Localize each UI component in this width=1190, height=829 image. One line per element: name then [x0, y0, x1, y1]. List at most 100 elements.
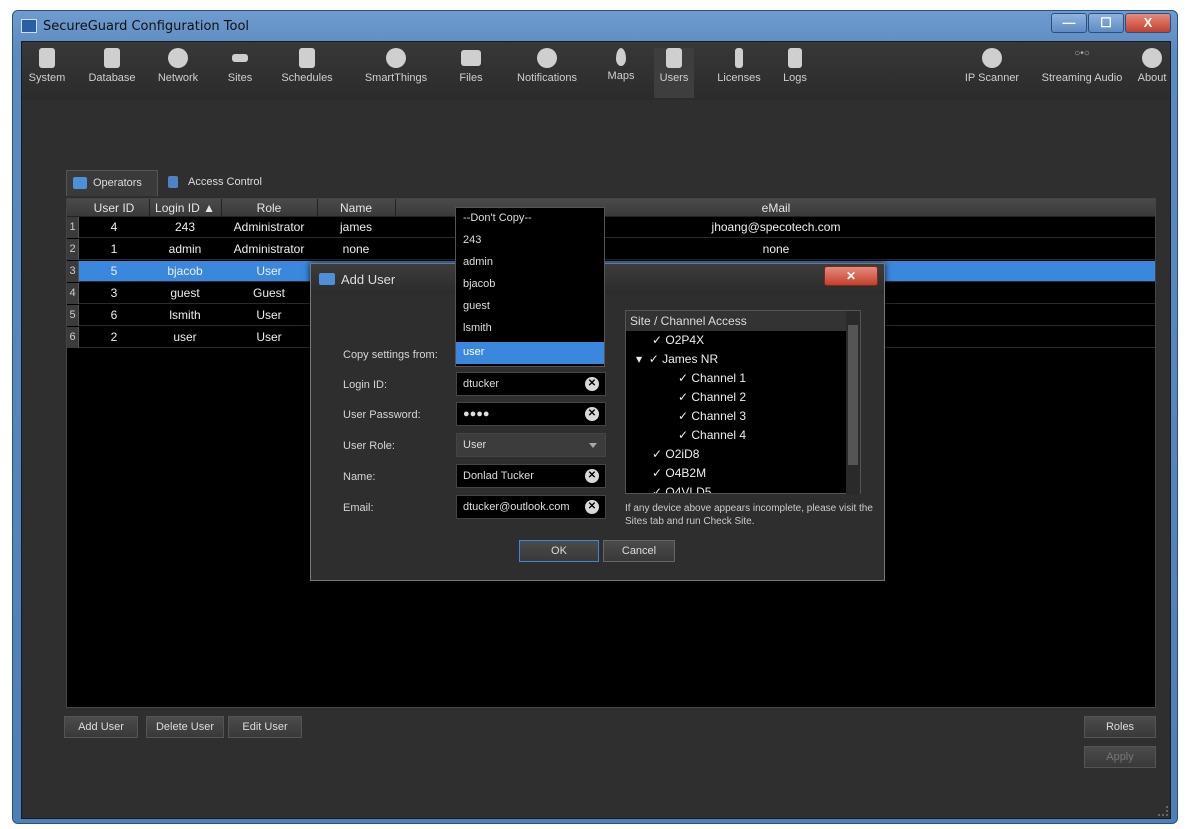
cell-role: User [256, 330, 282, 344]
tree-item-channel[interactable]: ✓ Channel 3 [678, 409, 746, 423]
edit-user-button[interactable]: Edit User [228, 716, 302, 738]
toolbar-sites[interactable]: Sites [220, 48, 260, 84]
row-number: 5 [67, 305, 79, 326]
toolbar-files[interactable]: Files [454, 48, 488, 84]
camera-icon [232, 54, 248, 62]
cell-name: none [342, 242, 370, 256]
toolbar-maps[interactable]: Maps [604, 48, 638, 82]
login-id-value: dtucker [463, 378, 500, 390]
toolbar-label: Streaming Audio [1041, 72, 1123, 84]
tab-access-control[interactable]: Access Control [162, 170, 280, 196]
close-window-button[interactable]: X [1125, 13, 1171, 33]
tree-item-site-expanded[interactable]: ▾ ✓ James NR [636, 352, 718, 366]
toolbar-ip-scanner[interactable]: IP Scanner [958, 48, 1026, 84]
toolbar-streaming-audio[interactable]: ○•○ Streaming Audio [1034, 48, 1130, 84]
delete-user-button[interactable]: Delete User [146, 716, 224, 738]
login-id-field[interactable]: dtucker ✕ [456, 372, 606, 396]
tree-item-channel[interactable]: ✓ Channel 1 [678, 371, 746, 385]
column-role[interactable]: Role [221, 201, 317, 215]
column-user-id[interactable]: User ID [79, 201, 149, 215]
log-icon [788, 48, 802, 68]
toolbar-logs[interactable]: Logs [778, 48, 812, 84]
toolbar-label: Notifications [517, 72, 577, 84]
toolbar-licenses[interactable]: Licenses [710, 48, 768, 84]
title-bar[interactable]: SecureGuard Configuration Tool — ☐ X [13, 11, 1177, 41]
toolbar-users[interactable]: Users [654, 48, 694, 98]
email-field[interactable]: dtucker@outlook.com ✕ [456, 495, 606, 519]
toolbar-system[interactable]: System [26, 48, 68, 84]
toolbar-label: IP Scanner [964, 72, 1020, 84]
tree-item-site[interactable]: ✓ O4B2M [652, 466, 706, 480]
column-name[interactable]: Name [317, 201, 395, 215]
tree-header: Site / Channel Access [626, 311, 846, 331]
cell-login-id: user [173, 330, 197, 344]
dropdown-option[interactable]: bjacob [456, 274, 604, 296]
toolbar-smartthings[interactable]: SmartThings [358, 48, 434, 84]
dropdown-option[interactable]: guest [456, 296, 604, 318]
tree-item-label: Channel 4 [691, 428, 747, 442]
tree-item-channel[interactable]: ✓ Channel 4 [678, 428, 746, 442]
maximize-button[interactable]: ☐ [1088, 13, 1124, 33]
toolbar-label: Sites [227, 72, 253, 84]
incomplete-device-note: If any device above appears incomplete, … [625, 503, 873, 527]
cell-role: Administrator [233, 242, 305, 256]
tab-label: Access Control [188, 176, 262, 188]
bell-icon [537, 48, 557, 68]
table-row[interactable]: 2 1 admin Administrator none none [67, 239, 1155, 260]
cancel-button[interactable]: Cancel [603, 540, 675, 562]
toolbar-schedules[interactable]: Schedules [274, 48, 340, 84]
resize-grip[interactable] [1158, 806, 1168, 816]
add-user-button[interactable]: Add User [64, 716, 138, 738]
toolbar-about[interactable]: About [1134, 48, 1170, 84]
map-pin-icon [616, 48, 626, 66]
tree-item-site[interactable]: ✓ O2P4X [652, 333, 704, 347]
minimize-button[interactable]: — [1051, 13, 1087, 33]
tree-item-channel[interactable]: ✓ Channel 2 [678, 390, 746, 404]
operators-icon [73, 177, 87, 189]
toolbar-database[interactable]: Database [84, 48, 140, 84]
toolbar-label: SmartThings [364, 72, 428, 84]
dialog-title: Add User [341, 272, 396, 287]
roles-button[interactable]: Roles [1084, 716, 1156, 738]
tree-item-label: O2iD8 [665, 447, 700, 461]
clear-icon[interactable]: ✕ [585, 500, 599, 514]
dropdown-option[interactable]: admin [456, 252, 604, 274]
dialog-close-button[interactable]: ✕ [824, 266, 878, 286]
tree-item-site[interactable]: ✓ O4VLD5 [652, 485, 711, 493]
site-channel-tree[interactable]: Site / Channel Access ✓ O2P4X ▾ ✓ James … [625, 310, 861, 495]
server-icon [39, 48, 55, 68]
dropdown-option[interactable]: --Don't Copy-- [456, 208, 604, 230]
tree-item-site[interactable]: ✓ O2iD8 [652, 447, 699, 461]
cell-login-id: bjacob [167, 264, 203, 278]
toolbar-label: About [1137, 72, 1167, 84]
globe-icon [168, 48, 188, 68]
dialog-icon [319, 273, 335, 285]
apply-button[interactable]: Apply [1084, 746, 1156, 768]
user-role-select[interactable]: User [456, 433, 606, 457]
toolbar-label: Maps [607, 70, 635, 82]
clear-icon[interactable]: ✕ [585, 469, 599, 483]
ok-button[interactable]: OK [519, 540, 599, 562]
copy-settings-dropdown[interactable]: --Don't Copy-- 243 admin bjacob guest ls… [455, 207, 605, 367]
info-icon [1142, 48, 1162, 68]
tab-operators[interactable]: Operators [66, 170, 158, 196]
cell-role: Guest [252, 286, 285, 300]
dropdown-option[interactable]: lsmith [456, 318, 604, 340]
table-header: User ID Login ID ▲ Role Name eMail [67, 199, 1155, 217]
dropdown-option[interactable]: 243 [456, 230, 604, 252]
password-field[interactable]: ●●●● ✕ [456, 402, 606, 426]
table-row[interactable]: 1 4 243 Administrator james jhoang@speco… [67, 217, 1155, 238]
tree-item-label: Channel 3 [691, 409, 747, 423]
scroll-thumb[interactable] [848, 325, 858, 465]
clear-icon[interactable]: ✕ [585, 407, 599, 421]
toolbar-label: Users [659, 72, 689, 84]
toolbar-notifications[interactable]: Notifications [506, 48, 588, 84]
column-login-id[interactable]: Login ID ▲ [149, 201, 221, 215]
user-role-value: User [463, 439, 487, 451]
tree-scrollbar[interactable] [846, 311, 860, 495]
tree-item-label: Channel 1 [691, 371, 747, 385]
name-field[interactable]: Donlad Tucker ✕ [456, 464, 606, 488]
dropdown-option-selected[interactable]: user [456, 342, 604, 364]
toolbar-network[interactable]: Network [150, 48, 206, 84]
clear-icon[interactable]: ✕ [585, 377, 599, 391]
